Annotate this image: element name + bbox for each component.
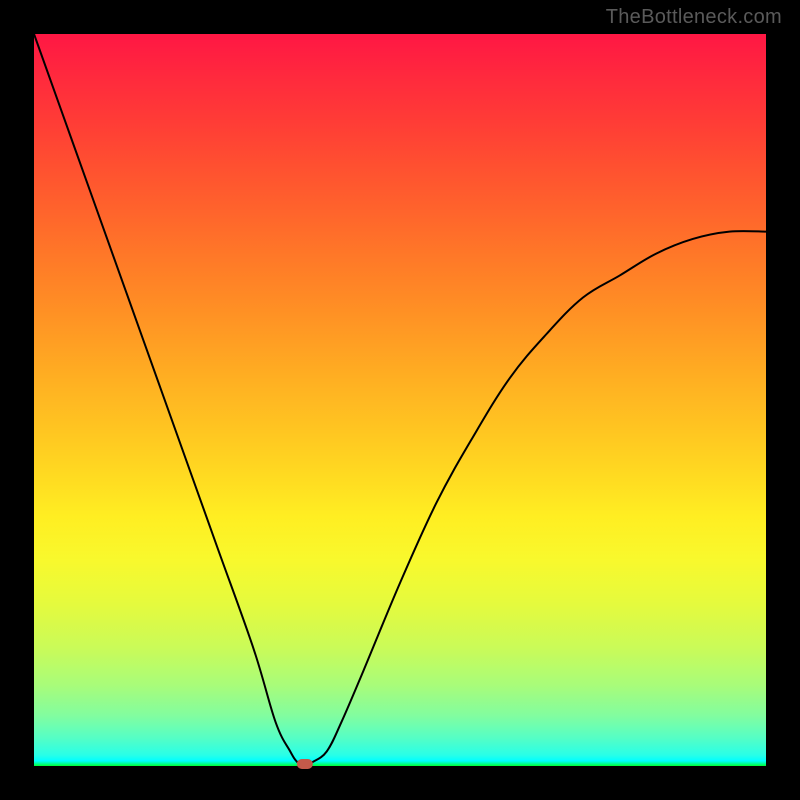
watermark-text: TheBottleneck.com (606, 6, 782, 29)
plot-area (34, 34, 766, 766)
optimum-marker (297, 759, 313, 769)
chart-canvas: TheBottleneck.com (0, 0, 800, 800)
bottleneck-curve (34, 34, 766, 766)
